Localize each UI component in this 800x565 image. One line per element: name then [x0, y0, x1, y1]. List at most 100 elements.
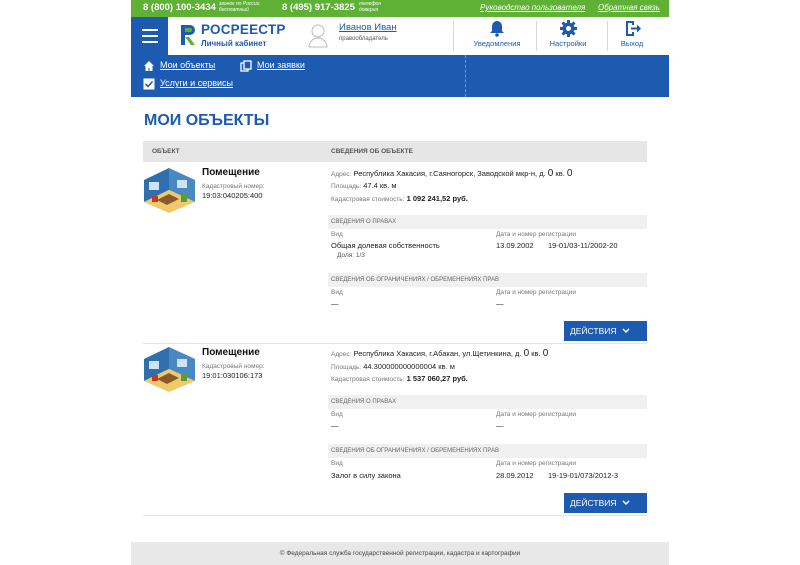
restrictions-section-title: СВЕДЕНИЯ ОБ ОГРАНИЧЕНИЯХ / ОБРЕМЕНЕНИЯХ …: [331, 277, 499, 283]
logout-label: Выход: [620, 39, 644, 48]
object-cadastral-value: Кадастровая стоимость: 1 092 241,52 руб.: [331, 194, 468, 203]
logo-title[interactable]: РОСРЕЕСТР: [201, 22, 286, 37]
column-header-info: СВЕДЕНИЯ ОБ ОБЪЕКТЕ: [331, 148, 413, 155]
menu-icon-bar: [142, 41, 158, 43]
header-divider: [453, 21, 454, 51]
rights-section-header: СВЕДЕНИЯ О ПРАВАХ: [328, 395, 647, 409]
header: РОСРЕЕСТР Личный кабинет Иванов Иван пра…: [131, 17, 669, 55]
restrictions-reg-label: Дата и номер регистрации: [496, 460, 577, 467]
restrictions-date: 28.09.2012: [496, 471, 534, 480]
rights-kind-value: Общая долевая собственность: [331, 241, 440, 250]
house-number: 0: [547, 168, 554, 179]
restrictions-reg-number: 19-19-01/073/2012-3: [548, 471, 619, 480]
cadastral-number-label: Кадастровый номер:: [202, 183, 265, 190]
nav-my-requests-label: Мои заявки: [257, 60, 305, 70]
restrictions-section-title: СВЕДЕНИЯ ОБ ОГРАНИЧЕНИЯХ / ОБРЕМЕНЕНИЯХ …: [331, 448, 499, 454]
nav-services-label: Услуги и сервисы: [160, 78, 233, 88]
rights-date: —: [496, 421, 504, 430]
row-divider: [143, 515, 647, 516]
header-divider: [536, 21, 537, 51]
top-bar: 8 (800) 100-3434 звонок по России беспла…: [131, 0, 669, 17]
cadastral-value: 1 537 060,27 руб.: [406, 374, 468, 383]
home-icon: [144, 61, 154, 71]
cadastral-value: 1 092 241,52 руб.: [406, 194, 468, 203]
cadastral-number: 19:03:040205:400: [202, 191, 263, 200]
restrictions-section-header: СВЕДЕНИЯ ОБ ОГРАНИЧЕНИЯХ / ОБРЕМЕНЕНИЯХ …: [328, 444, 647, 458]
area-label: Площадь:: [331, 364, 362, 371]
feedback-link[interactable]: Обратная связь: [598, 3, 660, 12]
logout-button[interactable]: Выход: [602, 20, 662, 54]
chevron-down-icon: [622, 328, 630, 334]
address-value: Республика Хакасия, г.Абакан, ул.Щетинки…: [353, 349, 522, 358]
address-label: Адрес:: [331, 171, 352, 178]
restrictions-kind-label: Вид: [331, 460, 343, 467]
object-area: Площадь: 47.4 кв. м: [331, 181, 396, 190]
restrictions-reg-label: Дата и номер регистрации: [496, 289, 577, 296]
rights-reg-number: 19-01/03-11/2002-20: [548, 241, 618, 250]
rights-kind-value: —: [331, 421, 339, 430]
restrictions-date: —: [496, 299, 504, 308]
menu-icon-bar: [142, 35, 158, 37]
actions-button[interactable]: ДЕЙСТВИЯ: [564, 493, 647, 513]
notifications-button[interactable]: Уведомления: [467, 20, 527, 54]
rights-kind-label: Вид: [331, 411, 343, 418]
address-value: Республика Хакасия, г.Саяногорск, Заводс…: [353, 169, 546, 178]
cadastral-value-label: Кадастровая стоимость:: [331, 196, 405, 203]
footer-copyright: © Федеральная служба государственной рег…: [279, 550, 521, 557]
main-nav: Мои объекты Мои заявки Услуги и сервисы: [131, 55, 669, 97]
flat-number: 0: [542, 348, 549, 359]
column-header-object: ОБЪЕКТ: [152, 148, 180, 155]
cadastral-number-label: Кадастровый номер:: [202, 363, 265, 370]
checkbox-icon: [143, 78, 155, 90]
bell-icon: [490, 21, 504, 37]
row-divider: [143, 343, 647, 344]
address-label: Адрес:: [331, 351, 352, 358]
object-name[interactable]: Помещение: [202, 347, 260, 358]
flat-prefix: кв.: [555, 169, 565, 178]
user-role: правообладатель: [339, 36, 388, 42]
nav-my-objects-label: Мои объекты: [160, 60, 216, 70]
menu-icon: [142, 29, 158, 31]
rights-reg-label: Дата и номер регистрации: [496, 411, 577, 418]
chevron-down-icon: [622, 500, 630, 506]
restrictions-kind-value: —: [331, 299, 339, 308]
user-name-link[interactable]: Иванов Иван: [339, 22, 397, 33]
area-value: 44.300000000000004 кв. м: [363, 362, 455, 371]
settings-button[interactable]: Настройки: [538, 20, 598, 54]
rights-section-header: СВЕДЕНИЯ О ПРАВАХ: [328, 215, 647, 229]
avatar: [308, 24, 328, 48]
notifications-label: Уведомления: [473, 39, 521, 48]
object-cadastral-value: Кадастровая стоимость: 1 537 060,27 руб.: [331, 374, 468, 383]
flat-prefix: кв.: [531, 349, 541, 358]
object-address: Адрес: Республика Хакасия, г.Абакан, ул.…: [331, 348, 548, 359]
logout-icon: [625, 21, 641, 36]
room-illustration-icon: [144, 347, 195, 392]
rights-kind-label: Вид: [331, 231, 343, 238]
area-label: Площадь:: [331, 183, 362, 190]
restrictions-kind-value: Залог в силу закона: [331, 471, 401, 480]
footer: © Федеральная служба государственной рег…: [131, 542, 669, 565]
cadastral-number: 19:01:030106:173: [202, 371, 263, 380]
nav-separator: [465, 55, 466, 97]
settings-label: Настройки: [549, 39, 587, 48]
object-name[interactable]: Помещение: [202, 167, 260, 178]
actions-button[interactable]: ДЕЙСТВИЯ: [564, 321, 647, 341]
rosreestr-logo-icon[interactable]: [179, 23, 197, 47]
rights-date: 13.09.2002: [496, 241, 534, 250]
objects-table-header: ОБЪЕКТ СВЕДЕНИЯ ОБ ОБЪЕКТЕ: [143, 141, 647, 162]
hotline-phone[interactable]: 8 (800) 100-3434: [143, 2, 216, 13]
rights-section-title: СВЕДЕНИЯ О ПРАВАХ: [331, 219, 397, 225]
object-address: Адрес: Республика Хакасия, г.Саяногорск,…: [331, 168, 572, 179]
gear-icon: [559, 20, 577, 37]
room-illustration-icon: [144, 168, 195, 213]
object-area: Площадь: 44.300000000000004 кв. м: [331, 362, 455, 371]
restrictions-kind-label: Вид: [331, 289, 343, 296]
rights-reg-label: Дата и номер регистрации: [496, 231, 577, 238]
actions-label: ДЕЙСТВИЯ: [570, 498, 617, 508]
menu-button[interactable]: [131, 17, 168, 55]
documents-icon: [240, 60, 252, 72]
user-guide-link[interactable]: Руководство пользователя: [480, 3, 585, 12]
hotline-note: звонок по России бесплатный: [219, 1, 260, 13]
house-number: 0: [523, 348, 530, 359]
trust-phone[interactable]: 8 (495) 917-3825: [282, 2, 355, 13]
